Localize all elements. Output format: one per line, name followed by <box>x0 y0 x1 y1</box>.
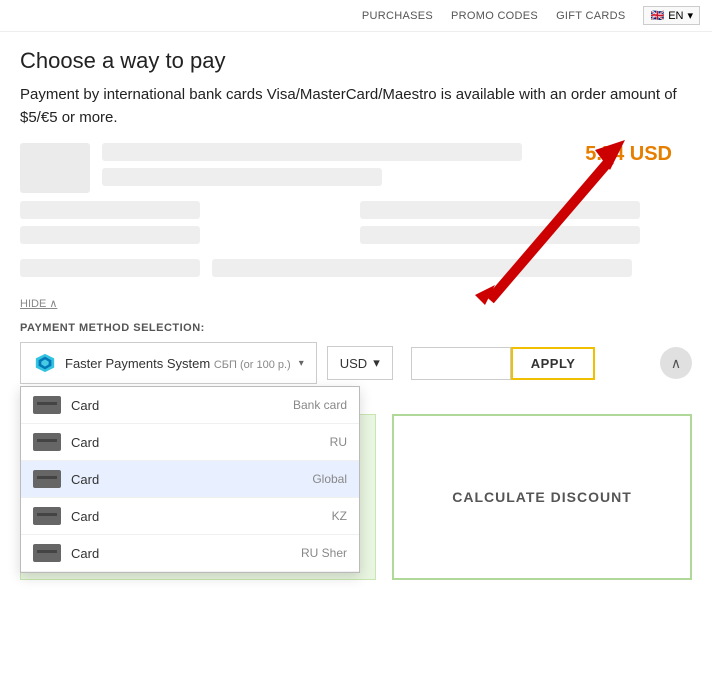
card-label-0: Card <box>71 398 283 413</box>
card-type-3: KZ <box>332 509 347 523</box>
page-title: Choose a way to pay <box>20 48 692 74</box>
fps-icon <box>33 351 57 375</box>
info-text: Payment by international bank cards Visa… <box>20 84 692 129</box>
apply-button[interactable]: APPLY <box>511 347 596 380</box>
payment-method-select[interactable]: Faster Payments System СБП (or 100 p.) ▾ <box>20 342 317 384</box>
card-type-1: RU <box>330 435 347 449</box>
dropdown-item-4[interactable]: Card RU Sher <box>21 535 359 572</box>
scroll-up-button[interactable]: ∧ <box>660 347 692 379</box>
payment-name: Faster Payments System СБП (or 100 p.) <box>65 356 291 371</box>
dropdown-item-3[interactable]: Card KZ <box>21 498 359 535</box>
dropdown-item-0[interactable]: Card Bank card <box>21 387 359 424</box>
purchases-link[interactable]: PURCHASES <box>362 10 433 22</box>
dropdown-item-2[interactable]: Card Global <box>21 461 359 498</box>
payment-chevron-icon: ▾ <box>299 358 304 369</box>
calculate-btn-box: CALCULATE DISCOUNT <box>392 414 692 580</box>
price-tag: 5.54 USD <box>585 143 672 166</box>
promo-codes-link[interactable]: PROMO CODES <box>451 10 538 22</box>
currency-label: USD <box>340 356 367 371</box>
card-type-4: RU Sher <box>301 546 347 560</box>
card-label-4: Card <box>71 546 291 561</box>
payment-label: PAYMENT METHOD SELECTION: <box>20 322 692 334</box>
flag-icon: 🇬🇧 <box>650 9 664 22</box>
currency-select[interactable]: USD ▾ <box>327 346 393 380</box>
card-type-2: Global <box>312 472 347 486</box>
card-icon-0 <box>33 396 61 414</box>
card-label-2: Card <box>71 472 302 487</box>
card-icon-2 <box>33 470 61 488</box>
card-icon-1 <box>33 433 61 451</box>
promo-input[interactable] <box>411 347 511 380</box>
card-icon-3 <box>33 507 61 525</box>
card-label-1: Card <box>71 435 320 450</box>
card-label-3: Card <box>71 509 322 524</box>
gift-cards-link[interactable]: GIFT CARDS <box>556 10 625 22</box>
currency-chevron-icon: ▾ <box>373 355 380 371</box>
lang-selector[interactable]: 🇬🇧 EN ▾ <box>643 6 700 25</box>
top-bar: PURCHASES PROMO CODES GIFT CARDS 🇬🇧 EN ▾ <box>0 0 712 32</box>
lang-label: EN <box>668 10 683 22</box>
chevron-down-icon: ▾ <box>687 9 693 22</box>
hide-link[interactable]: HIDE ∧ <box>20 297 57 310</box>
payment-dropdown: Card Bank card Card RU Card Global <box>20 386 360 573</box>
card-icon-4 <box>33 544 61 562</box>
promo-section: APPLY <box>411 347 596 380</box>
top-links: PURCHASES PROMO CODES GIFT CARDS <box>362 10 626 22</box>
chevron-up-icon: ∧ <box>671 355 681 372</box>
calculate-discount-button[interactable]: CALCULATE DISCOUNT <box>394 416 690 578</box>
order-summary: 5.54 USD <box>20 143 692 284</box>
dropdown-item-1[interactable]: Card RU <box>21 424 359 461</box>
card-type-0: Bank card <box>293 398 347 412</box>
